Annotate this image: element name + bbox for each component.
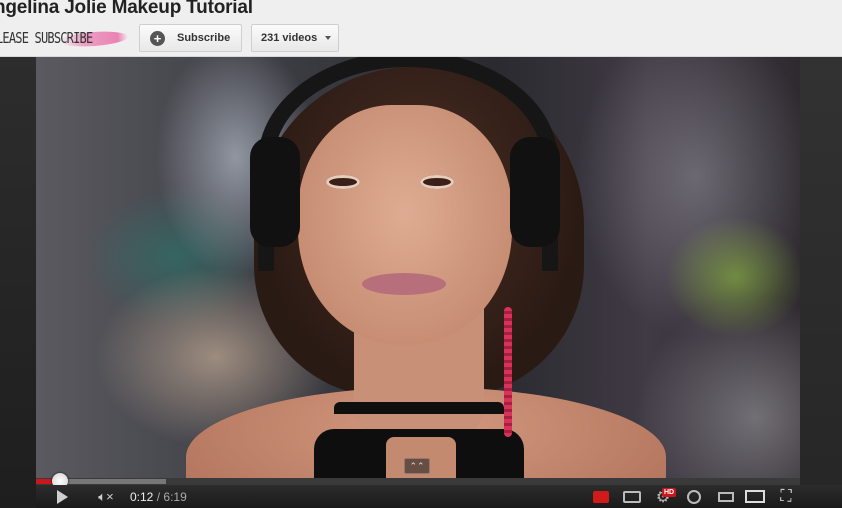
watch-later-button[interactable] <box>684 485 704 508</box>
video-frame[interactable] <box>36 57 800 478</box>
captions-icon <box>593 490 609 503</box>
subtitles-button[interactable] <box>622 485 642 508</box>
large-player-icon <box>745 490 765 503</box>
clock-icon <box>687 489 701 504</box>
subscribe-button[interactable]: + Subscribe <box>139 24 242 52</box>
player-letterbox-right <box>800 57 842 508</box>
videos-dropdown-button[interactable]: 231 videos <box>251 24 339 52</box>
captions-button[interactable] <box>592 485 610 508</box>
video-subject-lips <box>362 273 446 295</box>
time-display: 0:12 / 6:19 <box>130 485 187 508</box>
large-player-button[interactable] <box>744 485 766 508</box>
subtitles-icon <box>623 490 641 503</box>
headphones-left-cup <box>250 137 300 247</box>
expand-up-icon[interactable]: ⌃⌃ <box>404 458 430 474</box>
play-icon <box>56 489 68 504</box>
subscribe-label: Subscribe <box>177 32 231 44</box>
time-separator: / <box>156 489 161 504</box>
progress-bar[interactable] <box>36 473 800 489</box>
player-controls: 🔈︎× 0:12 / 6:19 ⚙ HD ⛶ <box>36 485 842 508</box>
mute-icon: 🔈︎× <box>98 488 114 504</box>
headphones-right-cup <box>510 137 560 247</box>
current-time: 0:12 <box>130 489 154 504</box>
small-player-button[interactable] <box>716 485 736 508</box>
headphones-cable <box>504 307 512 437</box>
play-button[interactable] <box>52 485 72 508</box>
player-letterbox-left <box>0 57 36 508</box>
hd-badge: HD <box>662 488 677 497</box>
plus-icon: + <box>150 30 165 46</box>
fullscreen-button[interactable]: ⛶ <box>774 485 798 508</box>
small-player-icon <box>718 491 734 502</box>
video-title: ngelina Jolie Makeup Tutorial <box>0 0 253 18</box>
channel-name: LEASE SUBSCRIBE <box>0 29 93 47</box>
channel-banner[interactable]: LEASE SUBSCRIBE <box>0 27 129 49</box>
caret-down-icon <box>325 36 332 40</box>
mute-button[interactable]: 🔈︎× <box>94 485 118 508</box>
video-subject-halter <box>334 402 504 432</box>
duration: 6:19 <box>163 489 187 504</box>
channel-header: ngelina Jolie Makeup Tutorial LEASE SUBS… <box>0 0 842 57</box>
videos-count-label: 231 videos <box>261 32 318 44</box>
fullscreen-icon: ⛶ <box>780 487 792 505</box>
